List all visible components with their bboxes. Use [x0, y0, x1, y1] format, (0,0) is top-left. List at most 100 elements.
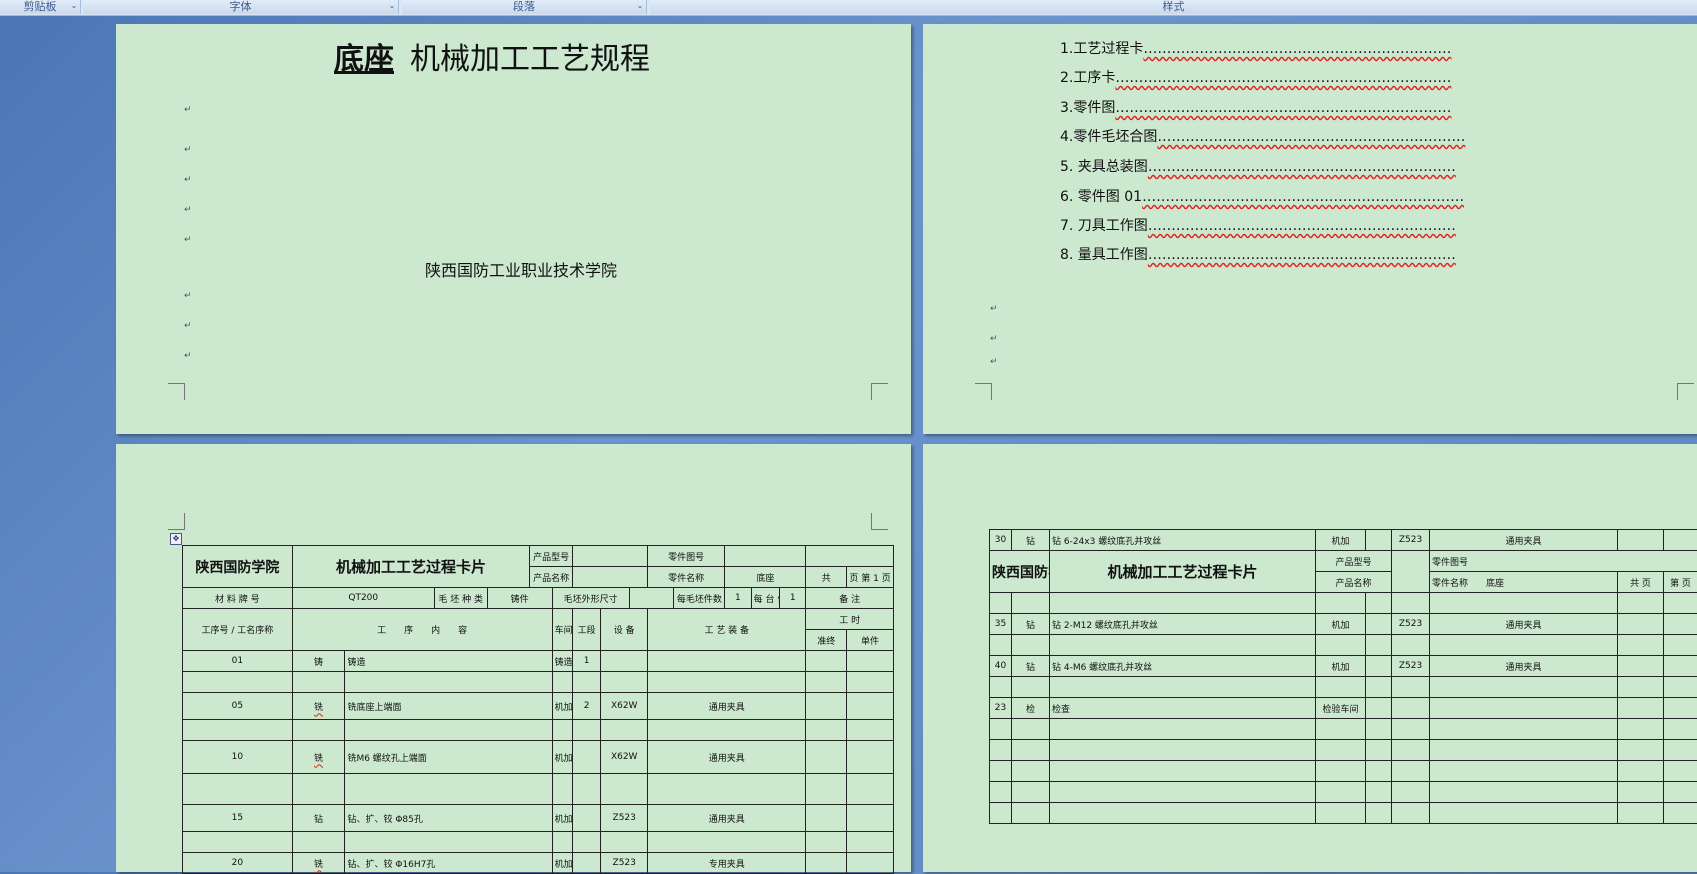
- table-cell[interactable]: [990, 677, 1012, 698]
- table-cell[interactable]: [990, 782, 1012, 803]
- table-cell[interactable]: [1050, 740, 1316, 761]
- table-cell[interactable]: 钻: [292, 805, 345, 832]
- table-cell[interactable]: [1316, 593, 1366, 614]
- value-blank-type[interactable]: 铸件: [487, 588, 552, 609]
- toc-item[interactable]: 1.工艺过程卡…………………………………………………………: [1060, 38, 1451, 58]
- table-cell[interactable]: [990, 761, 1012, 782]
- table-cell[interactable]: 通用夹具: [1430, 530, 1618, 551]
- table-cell[interactable]: [1430, 803, 1618, 824]
- table-cell[interactable]: 机加: [552, 853, 572, 874]
- table-cell[interactable]: Z523: [601, 853, 648, 874]
- table-cell[interactable]: [1430, 761, 1618, 782]
- table-cell[interactable]: [648, 774, 806, 805]
- toc-item[interactable]: 2.工序卡………………………………………………………………: [1060, 67, 1451, 87]
- table-cell[interactable]: [1050, 761, 1316, 782]
- table-cell[interactable]: [648, 720, 806, 741]
- table-cell[interactable]: [1430, 593, 1618, 614]
- table-cell[interactable]: [1050, 593, 1316, 614]
- table-cell[interactable]: [1316, 803, 1366, 824]
- table-cell[interactable]: [1316, 761, 1366, 782]
- table-cell[interactable]: [183, 832, 293, 853]
- table-cell[interactable]: X62W: [601, 693, 648, 720]
- table-cell[interactable]: [990, 803, 1012, 824]
- table-cell[interactable]: Z523: [1392, 530, 1430, 551]
- table-cell[interactable]: [990, 593, 1012, 614]
- table-cell[interactable]: [806, 720, 847, 741]
- table-cell[interactable]: [601, 651, 648, 672]
- table-cell[interactable]: 01: [183, 651, 293, 672]
- table-cell[interactable]: 通用夹具: [1430, 656, 1618, 677]
- table-cell[interactable]: [1316, 677, 1366, 698]
- table-cell[interactable]: 铣: [292, 693, 345, 720]
- table-cell[interactable]: [1664, 656, 1697, 677]
- table-cell[interactable]: [847, 741, 894, 774]
- table-cell[interactable]: [1392, 761, 1430, 782]
- table-cell[interactable]: 钻、扩、铰 Φ16H7孔: [345, 853, 552, 874]
- table-cell[interactable]: [1430, 740, 1618, 761]
- table-cell[interactable]: [292, 720, 345, 741]
- table-cell[interactable]: [1366, 677, 1392, 698]
- table-cell[interactable]: 铣: [292, 853, 345, 874]
- clipboard-group[interactable]: 剪贴板 ⌄: [0, 0, 81, 14]
- table-cell[interactable]: [572, 720, 600, 741]
- table-cell[interactable]: [1050, 635, 1316, 656]
- table-cell[interactable]: 23: [990, 698, 1012, 719]
- table-cell[interactable]: [1366, 803, 1392, 824]
- table-cell[interactable]: [806, 774, 847, 805]
- table-cell[interactable]: [345, 832, 552, 853]
- table-cell[interactable]: 机加: [1316, 656, 1366, 677]
- table-cell[interactable]: [847, 693, 894, 720]
- dialog-launcher-icon[interactable]: ⌄: [388, 2, 396, 10]
- table-cell[interactable]: [1664, 782, 1697, 803]
- table-cell[interactable]: 铣M6 螺纹孔上端面: [345, 741, 552, 774]
- table-cell[interactable]: 铸造: [345, 651, 552, 672]
- table-cell[interactable]: [1664, 803, 1697, 824]
- table-cell[interactable]: [1366, 761, 1392, 782]
- table-cell[interactable]: [1012, 761, 1050, 782]
- value-product[interactable]: [1392, 551, 1430, 593]
- table-cell[interactable]: [345, 720, 552, 741]
- table-cell[interactable]: [1316, 782, 1366, 803]
- table-cell[interactable]: 40: [990, 656, 1012, 677]
- table-cell[interactable]: [572, 832, 600, 853]
- table-cell[interactable]: [990, 635, 1012, 656]
- dialog-launcher-icon[interactable]: ⌄: [636, 2, 644, 10]
- table-cell[interactable]: 检查: [1050, 698, 1316, 719]
- value-product-model[interactable]: [572, 546, 647, 567]
- toc-item[interactable]: 3.零件图………………………………………………………………: [1060, 97, 1451, 117]
- table-cell[interactable]: Z523: [1392, 614, 1430, 635]
- table-cell[interactable]: [1430, 782, 1618, 803]
- table-cell[interactable]: 机加: [1316, 530, 1366, 551]
- table-cell[interactable]: [601, 720, 648, 741]
- table-cell[interactable]: [1430, 635, 1618, 656]
- table-cell[interactable]: 钻: [1012, 530, 1050, 551]
- table-cell[interactable]: [1392, 803, 1430, 824]
- table-cell[interactable]: [1366, 635, 1392, 656]
- table-cell[interactable]: [1392, 719, 1430, 740]
- table-cell[interactable]: [1618, 698, 1664, 719]
- table-cell[interactable]: 10: [183, 741, 293, 774]
- table-cell[interactable]: [1050, 782, 1316, 803]
- value-blank[interactable]: [806, 546, 894, 567]
- table-cell[interactable]: [1392, 740, 1430, 761]
- table-cell[interactable]: [847, 853, 894, 874]
- table-cell[interactable]: [1618, 593, 1664, 614]
- table-cell[interactable]: [1618, 635, 1664, 656]
- table-cell[interactable]: [1430, 719, 1618, 740]
- table-cell[interactable]: [552, 720, 572, 741]
- table-cell[interactable]: [648, 832, 806, 853]
- table-cell[interactable]: 检验车间: [1316, 698, 1366, 719]
- document-page-cover[interactable]: [116, 24, 911, 434]
- table-cell[interactable]: [1664, 719, 1697, 740]
- table-cell[interactable]: [1012, 677, 1050, 698]
- toc-item[interactable]: 5. 夹具总装图…………………………………………………………: [1060, 156, 1456, 176]
- table-cell[interactable]: [806, 741, 847, 774]
- table-cell[interactable]: 铸造车间: [552, 651, 572, 672]
- table-cell[interactable]: [572, 853, 600, 874]
- table-cell[interactable]: [1366, 530, 1392, 551]
- table-cell[interactable]: 钻: [1012, 614, 1050, 635]
- table-cell[interactable]: [1664, 593, 1697, 614]
- table-cell[interactable]: [1012, 719, 1050, 740]
- table-cell[interactable]: Z523: [1392, 656, 1430, 677]
- table-cell[interactable]: [292, 832, 345, 853]
